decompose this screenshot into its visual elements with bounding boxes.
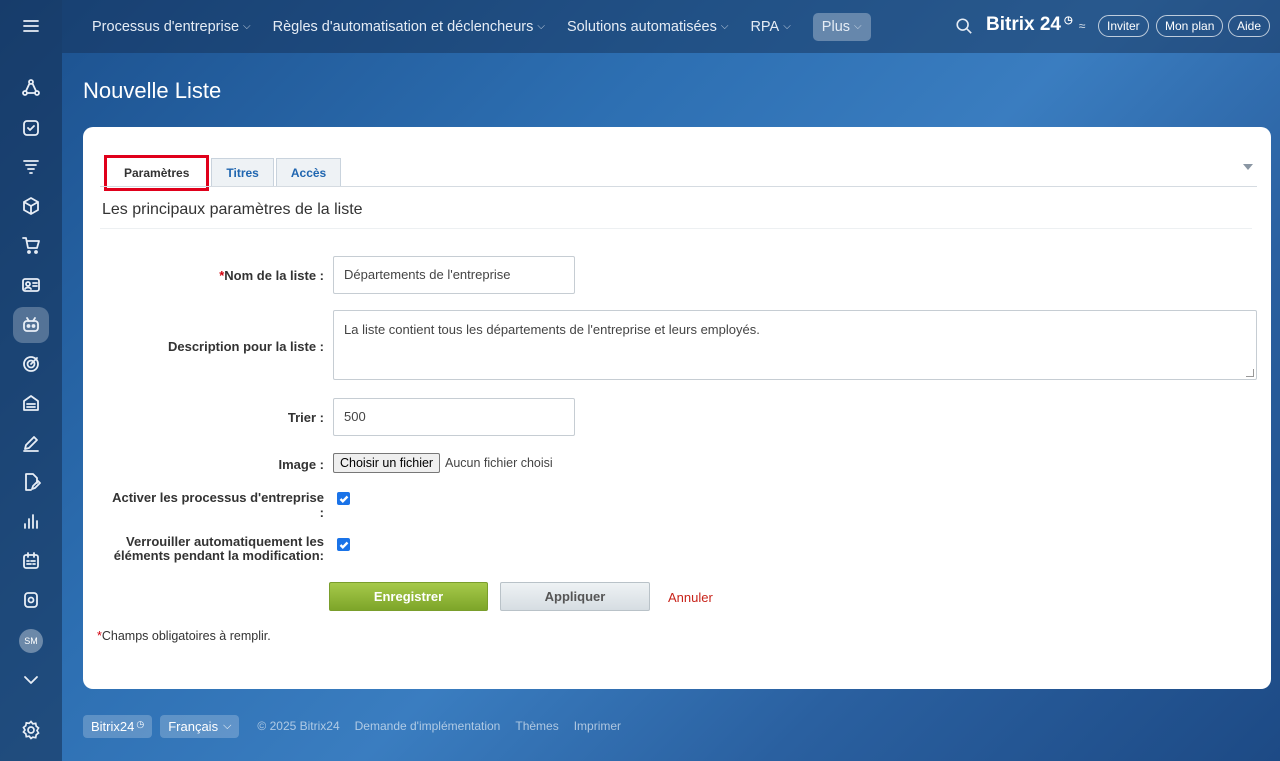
document-edit-icon[interactable] bbox=[13, 464, 49, 500]
themes-link[interactable]: Thèmes bbox=[515, 719, 558, 733]
help-button[interactable]: Aide bbox=[1228, 15, 1271, 37]
tab-bar: Paramètres Titres Accès bbox=[104, 155, 343, 191]
label-line: Verrouiller automatiquement les bbox=[126, 534, 324, 549]
pen-icon[interactable] bbox=[13, 425, 49, 461]
nav-rpa[interactable]: RPA ⌵ bbox=[750, 19, 790, 35]
language-text: Français bbox=[168, 718, 219, 734]
sort-input[interactable]: 500 bbox=[333, 398, 575, 436]
label-line: éléments pendant la modification: bbox=[113, 548, 324, 563]
chevron-down-icon: ⌵ bbox=[223, 719, 232, 732]
contact-card-icon[interactable] bbox=[13, 267, 49, 303]
section-title: Les principaux paramètres de la liste bbox=[102, 201, 363, 218]
resize-handle[interactable] bbox=[1246, 369, 1254, 377]
archive-icon[interactable] bbox=[13, 385, 49, 421]
footer-brand-text: Bitrix24 bbox=[91, 718, 135, 734]
radio-icon[interactable] bbox=[13, 582, 49, 618]
chevron-down-icon: ⌵ bbox=[720, 21, 729, 32]
check-icon bbox=[339, 495, 348, 503]
nav-automation-rules[interactable]: Règles d'automatisation et déclencheurs ⌵ bbox=[273, 19, 545, 35]
form-card: Paramètres Titres Accès Les principaux p… bbox=[83, 127, 1271, 689]
flow-icon[interactable] bbox=[13, 70, 49, 106]
filter-icon[interactable] bbox=[13, 149, 49, 185]
required-note: *Champs obligatoires à remplir. bbox=[97, 629, 271, 643]
footer-brand[interactable]: Bitrix24 ◷ bbox=[83, 714, 153, 738]
nav-business-processes[interactable]: Processus d'entreprise ⌵ bbox=[92, 19, 251, 35]
implementation-link[interactable]: Demande d'implémentation bbox=[355, 719, 501, 733]
chevron-down-icon: ⌵ bbox=[537, 21, 545, 32]
label-line: Activer les processus d'entreprise bbox=[112, 490, 324, 505]
description-textarea[interactable]: La liste contient tous les départements … bbox=[333, 310, 1257, 380]
tab-titles[interactable]: Titres bbox=[211, 158, 274, 187]
nav-label: Solutions automatisées bbox=[566, 18, 717, 35]
nav-label: RPA bbox=[750, 18, 780, 35]
top-navigation-bar: Processus d'entreprise ⌵ Règles d'automat… bbox=[62, 0, 1280, 53]
apply-button[interactable]: Appliquer bbox=[500, 582, 650, 611]
description-label: Description pour la liste : bbox=[167, 339, 324, 354]
section-divider bbox=[100, 228, 1252, 229]
required-note-text: Champs obligatoires à remplir. bbox=[101, 629, 271, 643]
copyright: © 2025 Bitrix24 bbox=[257, 719, 340, 733]
autolock-checkbox[interactable] bbox=[337, 538, 350, 551]
choose-file-button[interactable]: Choisir un fichier bbox=[333, 453, 441, 473]
language-selector[interactable]: Français ⌵ bbox=[160, 714, 240, 738]
cart-icon[interactable] bbox=[13, 227, 49, 263]
calendar-icon[interactable] bbox=[13, 543, 49, 579]
task-icon[interactable] bbox=[13, 110, 49, 146]
target-icon[interactable] bbox=[13, 346, 49, 382]
label-line: : bbox=[319, 505, 324, 520]
image-label: Image : bbox=[278, 457, 324, 472]
list-name-input[interactable]: Départements de l'entreprise bbox=[333, 256, 575, 294]
chevron-down-icon[interactable] bbox=[13, 662, 49, 698]
chevron-down-icon: ⌵ bbox=[243, 21, 251, 32]
label-text: Nom de la liste : bbox=[224, 268, 324, 283]
tabs-divider bbox=[100, 186, 1257, 187]
nav-label: Processus d'entreprise bbox=[92, 18, 240, 35]
left-sidebar: SM bbox=[0, 0, 62, 761]
box-icon[interactable] bbox=[13, 188, 49, 224]
menu-icon[interactable] bbox=[13, 8, 49, 44]
clock-icon: ◷ bbox=[136, 718, 145, 729]
search-icon[interactable] bbox=[955, 17, 973, 35]
brand-name: Bitrix 24 bbox=[986, 14, 1061, 35]
nav-label: Règles d'automatisation et déclencheurs bbox=[272, 18, 534, 35]
chart-icon[interactable] bbox=[13, 503, 49, 539]
sort-label: Trier : bbox=[287, 410, 324, 425]
brand-logo[interactable]: Bitrix 24 ◷ ≈ bbox=[986, 14, 1085, 36]
description-text: La liste contient tous les départements … bbox=[344, 322, 760, 337]
nav-label: Plus bbox=[821, 18, 851, 35]
chevron-down-icon: ⌵ bbox=[854, 21, 862, 32]
print-link[interactable]: Imprimer bbox=[574, 719, 621, 733]
page-title: Nouvelle Liste bbox=[83, 78, 222, 103]
collapse-arrow-icon[interactable] bbox=[1243, 164, 1253, 170]
my-plan-button[interactable]: Mon plan bbox=[1156, 15, 1224, 37]
nav-automated-solutions[interactable]: Solutions automatisées ⌵ bbox=[567, 19, 729, 35]
chevron-down-icon: ⌵ bbox=[783, 21, 791, 32]
avatar[interactable]: SM bbox=[19, 629, 43, 653]
list-name-label: *Nom de la liste : bbox=[103, 268, 324, 283]
nav-more[interactable]: Plus ⌵ bbox=[812, 12, 871, 41]
robot-icon[interactable] bbox=[13, 307, 49, 343]
invite-button[interactable]: Inviter bbox=[1098, 15, 1149, 37]
cancel-link[interactable]: Annuler bbox=[668, 590, 713, 605]
footer: Bitrix24 ◷ Français ⌵ © 2025 Bitrix24 Dema… bbox=[83, 713, 629, 739]
top-nav: Processus d'entreprise ⌵ Règles d'automat… bbox=[92, 0, 871, 53]
enable-bp-label: Activer les processus d'entreprise : bbox=[93, 490, 324, 520]
file-status: Aucun fichier choisi bbox=[445, 456, 553, 470]
tab-access[interactable]: Accès bbox=[275, 158, 342, 187]
check-icon bbox=[339, 541, 348, 549]
save-button[interactable]: Enregistrer bbox=[329, 582, 488, 611]
sliders-icon[interactable]: ≈ bbox=[1079, 19, 1086, 33]
enable-bp-checkbox[interactable] bbox=[337, 492, 350, 505]
autolock-label: Verrouiller automatiquement les éléments… bbox=[93, 535, 324, 563]
clock-icon: ◷ bbox=[1063, 15, 1073, 26]
settings-icon[interactable] bbox=[21, 720, 41, 740]
